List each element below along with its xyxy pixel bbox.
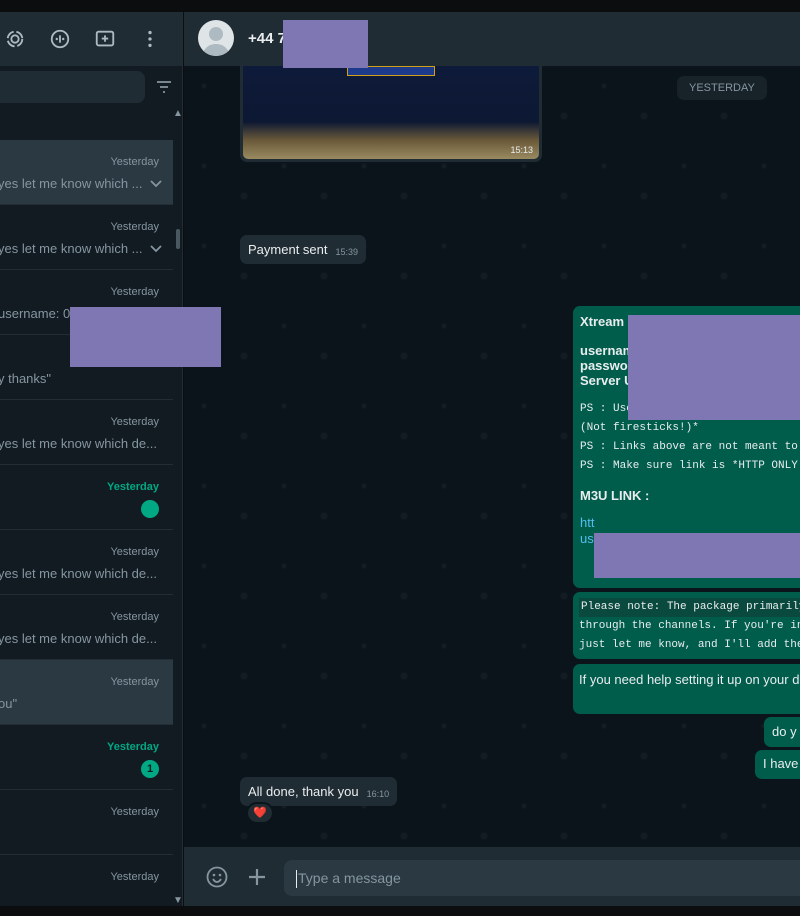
message-text: All done, thank you bbox=[248, 784, 359, 799]
composer-bar bbox=[184, 847, 800, 906]
date-divider: YESTERDAY bbox=[677, 76, 767, 100]
scrollbar-thumb[interactable] bbox=[176, 229, 180, 249]
m3u-title: M3U LINK : bbox=[580, 488, 650, 503]
channels-icon[interactable] bbox=[49, 28, 71, 50]
image-message[interactable]: 15:13 bbox=[240, 66, 542, 162]
chat-list-item[interactable]: Yesterday yes let me know which de... bbox=[0, 595, 173, 660]
chat-preview: yes let me know which ... bbox=[0, 176, 143, 191]
menu-icon[interactable] bbox=[139, 28, 161, 50]
chat-list-item[interactable]: Yesterday bbox=[0, 465, 173, 530]
redaction-block bbox=[594, 533, 800, 578]
chevron-down-icon[interactable] bbox=[149, 242, 163, 256]
scroll-up-icon[interactable]: ▲ bbox=[173, 108, 182, 119]
chat-list-item[interactable]: Yesterday bbox=[0, 855, 173, 906]
do-message[interactable]: do y bbox=[764, 717, 800, 747]
m3u-link[interactable]: htt bbox=[580, 515, 800, 531]
chat-preview: username: 09 bbox=[0, 306, 78, 321]
chat-preview: y thanks" bbox=[0, 371, 52, 386]
chat-preview: yes let me know which de... bbox=[0, 566, 157, 581]
emoji-icon[interactable] bbox=[205, 865, 229, 889]
note-line-2: through the channels. If you're int bbox=[579, 620, 800, 632]
note-message[interactable]: Please note: The package primarily throu… bbox=[573, 592, 800, 659]
chat-list-panel: ▲ ▼ Yesterday yes let me know which ... Ye… bbox=[0, 12, 183, 906]
chat-preview: yes let me know which de... bbox=[0, 436, 157, 451]
chat-time: Yesterday bbox=[110, 416, 159, 428]
chat-time: Yesterday bbox=[110, 286, 159, 298]
chat-time: Yesterday bbox=[110, 871, 159, 883]
message-area: 15:13 YESTERDAY Payment sent 15:39 Xtream… bbox=[184, 66, 800, 847]
chat-list-item[interactable]: Yesterday yes let me know which de... bbox=[0, 530, 173, 595]
chat-list-item[interactable]: Yesterday ou" bbox=[0, 660, 173, 725]
default-avatar-icon bbox=[202, 27, 230, 56]
message-time: 15:39 bbox=[335, 247, 359, 257]
note-line-3: just let me know, and I'll add ther bbox=[579, 639, 800, 651]
unread-badge bbox=[141, 500, 159, 518]
image-thumbnail[interactable]: 15:13 bbox=[243, 66, 539, 159]
chat-time: Yesterday bbox=[107, 481, 159, 493]
chat-time: Yesterday bbox=[110, 676, 159, 688]
avatar[interactable] bbox=[198, 20, 234, 56]
chat-list-item[interactable]: Yesterday yes let me know which de... bbox=[0, 400, 173, 465]
chat-time: Yesterday bbox=[110, 156, 159, 168]
chat-time: Yesterday bbox=[110, 611, 159, 623]
image-time: 15:13 bbox=[510, 145, 533, 155]
note-line-1: Please note: The package primarily bbox=[579, 598, 800, 617]
new-chat-icon[interactable] bbox=[94, 28, 116, 50]
heart-reaction[interactable]: ❤️ bbox=[246, 802, 274, 824]
attach-icon[interactable] bbox=[246, 866, 268, 888]
chat-time: Yesterday bbox=[110, 806, 159, 818]
chevron-down-icon[interactable] bbox=[149, 177, 163, 191]
ps-firestick-line: (Not firesticks!)* bbox=[580, 422, 699, 434]
scroll-down-icon[interactable]: ▼ bbox=[173, 895, 182, 906]
chat-preview: yes let me know which ... bbox=[0, 241, 143, 256]
chat-list-item[interactable]: Yesterday bbox=[0, 790, 173, 855]
i-have-message[interactable]: I have bbox=[755, 750, 800, 779]
redaction-block bbox=[70, 307, 221, 367]
payment-message[interactable]: Payment sent 15:39 bbox=[240, 235, 367, 264]
status-icon[interactable] bbox=[4, 28, 26, 50]
chat-time: Yesterday bbox=[107, 741, 159, 753]
chat-preview: ou" bbox=[0, 696, 18, 711]
chat-list-item[interactable]: Yesterday yes let me know which ... bbox=[0, 140, 173, 205]
help-message[interactable]: If you need help setting it up on your d bbox=[573, 664, 800, 714]
redaction-block bbox=[628, 315, 800, 420]
text-cursor bbox=[296, 870, 297, 888]
chat-list: Yesterday yes let me know which ... Yester… bbox=[0, 140, 173, 906]
conversation-header[interactable]: +44 7 bbox=[184, 12, 800, 68]
message-text: Payment sent bbox=[248, 242, 328, 257]
message-input[interactable] bbox=[284, 860, 800, 896]
chat-time: Yesterday bbox=[110, 546, 159, 558]
left-header bbox=[0, 12, 182, 66]
filter-icon[interactable] bbox=[155, 78, 173, 96]
unread-badge: 1 bbox=[141, 760, 159, 778]
ps-http-line: PS : Make sure link is *HTTP ONLY!* bbox=[580, 460, 800, 472]
conversation-panel: 15:13 YESTERDAY Payment sent 15:39 Xtream… bbox=[184, 12, 800, 906]
search-input[interactable] bbox=[0, 71, 145, 103]
redaction-block bbox=[283, 20, 368, 68]
message-time: 16:10 bbox=[366, 789, 390, 799]
contact-name: +44 7 bbox=[248, 30, 286, 47]
ps-links-line: PS : Links above are not meant to b bbox=[580, 441, 800, 453]
chat-list-item[interactable]: Yesterday 1 bbox=[0, 725, 173, 790]
chat-preview: yes let me know which de... bbox=[0, 631, 157, 646]
chat-list-item[interactable]: Yesterday yes let me know which ... bbox=[0, 205, 173, 270]
chat-time: Yesterday bbox=[110, 221, 159, 233]
